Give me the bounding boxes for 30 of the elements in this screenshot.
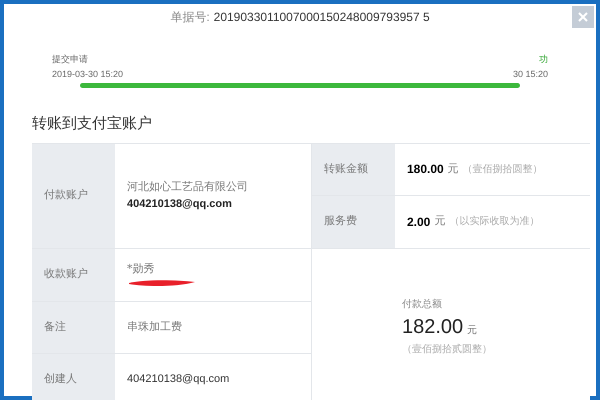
order-number: 2019033011007000150248009793957 5 <box>214 9 430 26</box>
payer-name: 河北如心工艺品有限公司 <box>127 179 248 195</box>
label-cell: 备注 <box>32 302 115 354</box>
label-cell: 转账金额 <box>312 144 395 196</box>
label-cell: 收款账户 <box>32 248 115 302</box>
amount-unit: 元 <box>448 160 459 177</box>
fee-value: 2.00 <box>407 214 430 230</box>
amount-words: （壹佰捌拾圆整） <box>462 162 543 176</box>
label-cell: 付款账户 <box>32 144 115 248</box>
fee-note: （以实际收取为准） <box>449 214 540 229</box>
value-cell: 串珠加工费 <box>115 302 312 354</box>
fee-unit: 元 <box>434 213 446 230</box>
close-button[interactable] <box>572 6 594 28</box>
payer-account: 404210138@qq.com <box>127 196 232 212</box>
label-cell: 创建人 <box>32 354 115 400</box>
payee-name: *勋秀 <box>127 261 154 278</box>
close-icon <box>578 12 588 22</box>
step-time: 2019-03-30 15:20 <box>52 68 124 80</box>
total-unit: 元 <box>467 324 478 338</box>
amount-value: 180.00 <box>407 161 444 178</box>
step-label: 提交申请 <box>52 54 88 67</box>
page-title: 转账到支付宝账户 <box>32 113 153 134</box>
order-label: 单据号: <box>170 9 210 26</box>
value-cell: 404210138@qq.com <box>115 354 312 400</box>
label-cell: 服务费 <box>312 196 395 248</box>
step-label: 功 <box>539 54 548 67</box>
total-value: 182.00 <box>402 315 464 340</box>
total-label: 付款总额 <box>402 298 442 312</box>
total-words: （壹佰捌拾贰圆整） <box>402 342 492 357</box>
step-time: 30 15:20 <box>512 68 548 80</box>
